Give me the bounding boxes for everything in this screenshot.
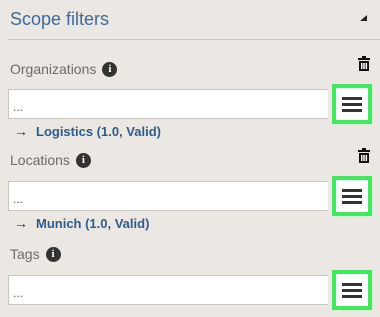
locations-delete-icon[interactable] xyxy=(356,148,372,164)
arrow-right-icon: → xyxy=(14,123,28,139)
organizations-field[interactable]: ... xyxy=(8,89,328,119)
collapse-triangle-icon[interactable] xyxy=(358,13,368,23)
tags-info-icon[interactable]: i xyxy=(45,246,61,262)
organizations-menu-button[interactable] xyxy=(332,84,372,124)
organizations-info-icon[interactable]: i xyxy=(102,61,118,77)
hamburger-menu-icon xyxy=(342,96,362,112)
tags-field[interactable]: ... xyxy=(8,275,328,305)
locations-selected-item[interactable]: → Munich (1.0, Valid) xyxy=(14,215,149,231)
hamburger-menu-icon xyxy=(342,282,362,298)
organizations-delete-icon[interactable] xyxy=(356,56,372,72)
organizations-label-text: Organizations xyxy=(10,61,97,77)
organizations-label: Organizations i xyxy=(10,61,118,77)
locations-label-text: Locations xyxy=(10,152,70,168)
organizations-selected-text[interactable]: Logistics (1.0, Valid) xyxy=(36,124,161,139)
scope-filters-panel: Scope filters Organizations i ... → Logi… xyxy=(0,0,380,317)
tags-label: Tags i xyxy=(10,246,61,262)
panel-header: Scope filters xyxy=(8,0,380,40)
arrow-right-icon: → xyxy=(14,215,28,231)
tags-menu-button[interactable] xyxy=(332,270,372,310)
tags-label-text: Tags xyxy=(10,246,40,262)
locations-field[interactable]: ... xyxy=(8,181,328,211)
locations-menu-button[interactable] xyxy=(332,176,372,216)
locations-info-icon[interactable]: i xyxy=(75,152,91,168)
locations-label: Locations i xyxy=(10,152,91,168)
hamburger-menu-icon xyxy=(342,188,362,204)
locations-selected-text[interactable]: Munich (1.0, Valid) xyxy=(36,216,149,231)
panel-title: Scope filters xyxy=(10,9,110,29)
organizations-selected-item[interactable]: → Logistics (1.0, Valid) xyxy=(14,123,161,139)
